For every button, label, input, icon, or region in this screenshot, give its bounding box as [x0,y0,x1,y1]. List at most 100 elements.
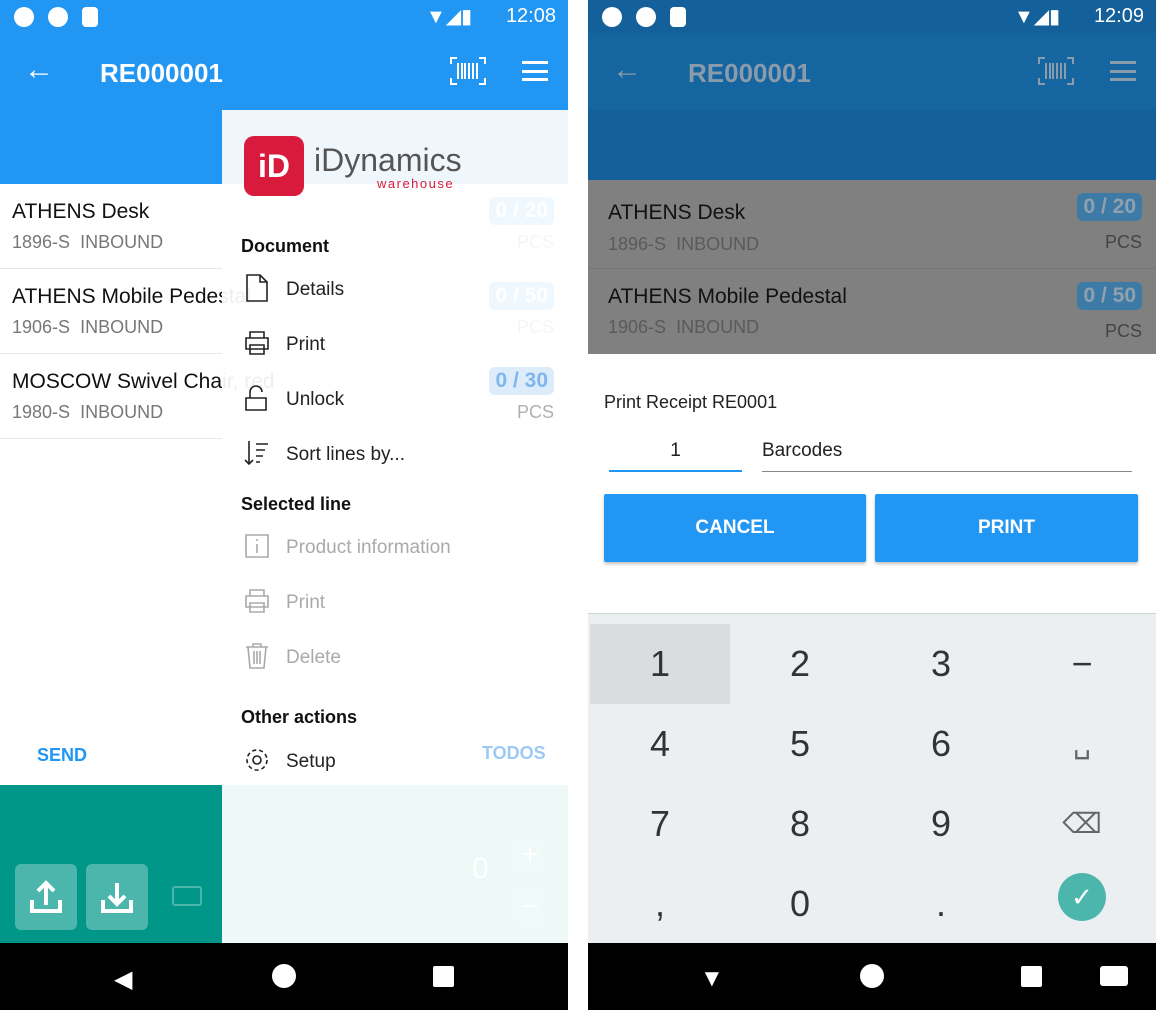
numeric-keypad: 1 2 3− 4 5 6 ␣ 7 8 9 ⌫, 0. ✓ [588,613,1156,943]
line-sub: 1896-S INBOUND [12,232,164,252]
nav-home-icon[interactable] [272,964,296,988]
system-nav-bar: ▼ [588,943,1156,1010]
printer-icon [245,331,269,355]
key-comma[interactable]: , [590,864,730,944]
copies-input[interactable]: 1 [609,440,742,472]
unit: PCS [1104,321,1142,341]
play-protect-icon [602,7,622,27]
printer-icon [245,589,269,613]
info-icon [245,534,269,558]
qty-badge: 0 / 50 [1077,282,1142,310]
keyboard-icon[interactable] [172,886,202,906]
key-period[interactable]: . [871,864,1011,944]
sd-card-icon [670,7,686,27]
qty-badge: 0 / 30 [489,367,554,395]
back-arrow-icon[interactable]: ← [24,53,54,87]
menu-item-setup[interactable]: Setup [242,742,472,782]
upload-icon [30,880,62,913]
download-button[interactable] [86,864,148,930]
status-bar: ▼◢▮ 12:08 [0,0,568,33]
circle-icon [636,7,656,27]
menu-item-delete[interactable]: Delete [242,638,472,678]
line-name: ATHENS Desk [608,201,746,224]
barcode-scan-icon[interactable] [450,57,486,85]
print-button[interactable]: PRINT [875,494,1138,562]
key-1[interactable]: 1 [590,624,730,704]
barcode-scan-icon[interactable] [1038,57,1074,85]
menu-item-details[interactable]: Details [242,270,472,310]
qty-badge: 0 / 20 [1077,193,1142,221]
nav-recents-icon[interactable] [1021,966,1042,987]
upload-button[interactable] [15,864,77,930]
menu-item-print-line[interactable]: Print [242,583,472,623]
menu-item-unlock[interactable]: Unlock [242,380,472,420]
system-nav-bar: ◀ [0,943,568,1010]
table-row: ATHENS Mobile Pedestal 1906-S INBOUND 0 … [588,269,1156,354]
menu-icon[interactable] [1110,61,1136,81]
app-bar: ← RE000001 [588,33,1156,110]
key-7[interactable]: 7 [590,784,730,864]
circle-icon [48,7,68,27]
logo-mark: iD [244,136,304,196]
section-other-actions: Other actions [241,707,358,727]
menu-item-product-information[interactable]: Product information [242,528,472,568]
label-type-field[interactable]: Barcodes [762,440,1132,472]
line-sub: 1906-S INBOUND [12,317,164,337]
unlock-icon [245,385,267,411]
section-document: Document [241,236,330,256]
menu-icon[interactable] [522,61,548,81]
key-done[interactable]: ✓ [1058,873,1106,921]
menu-item-sort-lines[interactable]: Sort lines by... [242,435,472,475]
line-sub: 1980-S INBOUND [12,402,164,422]
back-arrow-icon[interactable]: ← [612,53,642,87]
key-backspace[interactable]: ⌫ [1012,784,1152,864]
key-8[interactable]: 8 [730,784,870,864]
key-9[interactable]: 9 [871,784,1011,864]
header-band [588,110,1156,180]
cancel-button[interactable]: CANCEL [604,494,866,562]
todos-button[interactable]: TODOS [482,743,546,764]
nav-collapse-icon[interactable]: ▼ [700,965,724,993]
download-icon [101,883,133,913]
status-bar: ▼◢▮ 12:09 [588,0,1156,33]
unit: PCS [516,402,554,422]
nav-keyboard-icon[interactable] [1100,966,1128,986]
page-title: RE000001 [688,58,811,88]
right-screen: ▼◢▮ 12:09 ← RE000001 ATHENS Desk 1896-S … [588,0,1156,1010]
logo-text: iDynamics [314,142,462,178]
unit: PCS [1104,232,1142,252]
app-bar: ← RE000001 [0,33,568,110]
key-4[interactable]: 4 [590,704,730,784]
left-screen: ▼◢▮ 12:08 ← RE000001 ATHENS Desk 1896-S … [0,0,568,1010]
nav-back-icon[interactable]: ◀ [114,965,132,994]
key-6[interactable]: 6 [871,704,1011,784]
line-sub: 1896-S INBOUND [608,234,760,254]
send-button[interactable]: SEND [37,745,87,766]
play-protect-icon [14,7,34,27]
logo-subtext: warehouse [377,176,455,191]
line-name: ATHENS Desk [12,200,150,223]
gear-icon [246,749,268,771]
table-row: ATHENS Desk 1896-S INBOUND 0 / 20 PCS [588,180,1156,269]
wifi-signal-battery-icon: ▼◢▮ [426,6,473,28]
trash-icon [246,643,268,669]
menu-item-print[interactable]: Print [242,325,472,365]
nav-recents-icon[interactable] [433,966,454,987]
key-minus[interactable]: − [1012,624,1152,704]
nav-home-icon[interactable] [860,964,884,988]
line-name: ATHENS Mobile Pedestal [12,285,251,308]
section-selected-line: Selected line [241,494,352,514]
status-time: 12:08 [505,5,556,27]
sd-card-icon [82,7,98,27]
navigation-drawer: iD iDynamics warehouse Document Details … [222,110,568,943]
key-3[interactable]: 3 [871,624,1011,704]
line-name: ATHENS Mobile Pedestal [608,285,847,308]
wifi-signal-battery-icon: ▼◢▮ [1014,6,1061,28]
page-title: RE000001 [100,58,223,88]
key-5[interactable]: 5 [730,704,870,784]
key-space[interactable]: ␣ [1012,704,1152,784]
status-time: 12:09 [1093,5,1144,27]
key-0[interactable]: 0 [730,864,870,944]
document-icon [246,274,268,302]
key-2[interactable]: 2 [730,624,870,704]
